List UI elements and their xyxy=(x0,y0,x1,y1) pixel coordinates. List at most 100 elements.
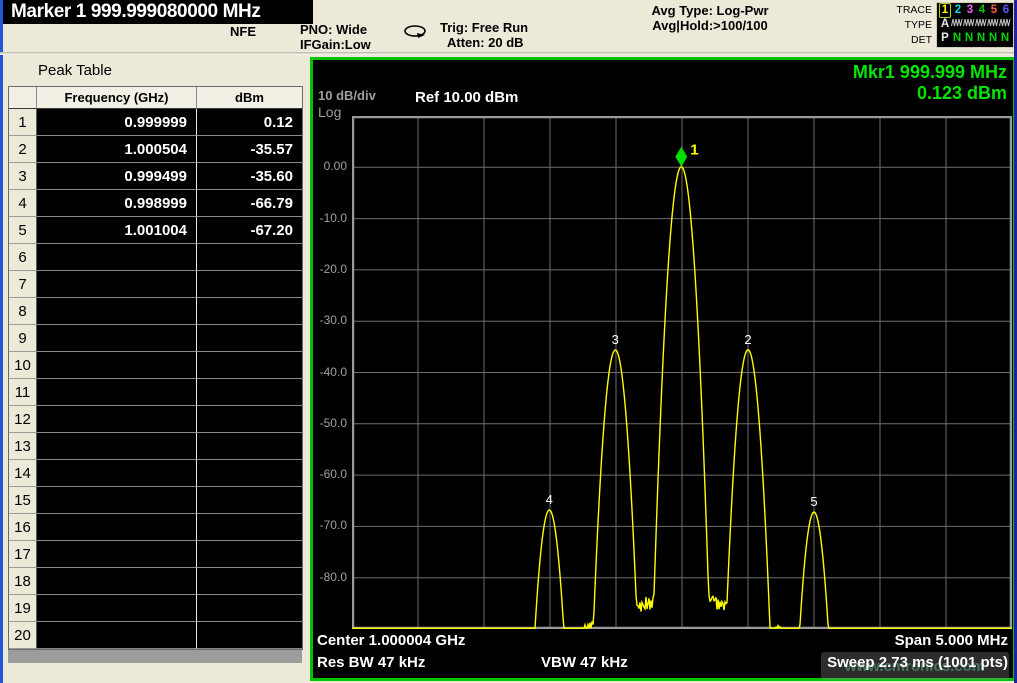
average-annotation[interactable]: Avg Type: Log-Pwr Avg|Hold:>100/100 xyxy=(628,3,792,33)
trace-det-6: N xyxy=(999,32,1011,45)
avg-type-label: Avg Type: Log-Pwr xyxy=(628,3,792,18)
trace-number-5[interactable]: 5 xyxy=(988,4,1000,17)
spectrum-display-panel: Mkr1 999.999 MHz 0.123 dBm 10 dB/div Log… xyxy=(310,57,1016,681)
trace-det-4: N xyxy=(975,32,987,45)
plot-area[interactable]: 23451 xyxy=(352,116,1012,629)
peak-row-number: 19 xyxy=(9,595,37,622)
peak-row-frequency: 1.000504 xyxy=(37,136,197,163)
peak-row-number: 3 xyxy=(9,163,37,190)
sweep-label[interactable]: Sweep 2.73 ms (1001 pts) xyxy=(827,654,1008,671)
peak-row-number: 16 xyxy=(9,514,37,541)
trace-register[interactable]: 123456 A PNNNNN xyxy=(936,2,1014,48)
pno-ifgain-annotation[interactable]: PNO: Wide IFGain:Low xyxy=(300,22,371,52)
trace-number-3[interactable]: 3 xyxy=(964,4,976,17)
peak-row-number: 10 xyxy=(9,352,37,379)
trace-number-4[interactable]: 4 xyxy=(976,4,988,17)
peak-row-dbm xyxy=(197,622,302,649)
scale-per-div-label[interactable]: 10 dB/div xyxy=(318,88,376,103)
trace-row-label: TRACE xyxy=(846,3,932,18)
peak-row-dbm xyxy=(197,433,302,460)
peak-row-frequency xyxy=(37,514,197,541)
active-marker-title: Marker 1 999.999080000 MHz xyxy=(3,0,313,24)
peak-row-number: 14 xyxy=(9,460,37,487)
vbw-label[interactable]: VBW 47 kHz xyxy=(541,654,628,671)
y-axis-tick-label: -50.0 xyxy=(313,416,347,430)
peak-row-dbm xyxy=(197,460,302,487)
center-frequency-label[interactable]: Center 1.000004 GHz xyxy=(317,632,465,649)
peak-row-frequency xyxy=(37,379,197,406)
trace-number-1[interactable]: 1 xyxy=(939,3,951,18)
y-axis-tick-label: -80.0 xyxy=(313,570,347,584)
analyzer-screen: Marker 1 999.999080000 MHz NFE PNO: Wide… xyxy=(0,0,1017,683)
type-row-label: TYPE xyxy=(846,18,932,33)
trace-number-2[interactable]: 2 xyxy=(952,4,964,17)
ifgain-label: IFGain:Low xyxy=(300,37,371,52)
peak-row-frequency xyxy=(37,541,197,568)
peak-row-frequency xyxy=(37,325,197,352)
ref-level-label[interactable]: Ref 10.00 dBm xyxy=(415,89,518,106)
trace-type-3 xyxy=(963,17,975,32)
peak-row-number: 7 xyxy=(9,271,37,298)
peak-row-number: 8 xyxy=(9,298,37,325)
peak-row-frequency xyxy=(37,460,197,487)
marker-1-label: 1 xyxy=(690,142,698,159)
peak-row-dbm xyxy=(197,271,302,298)
peak-row-number: 11 xyxy=(9,379,37,406)
peak-table-header-index xyxy=(9,87,37,109)
rbw-label[interactable]: Res BW 47 kHz xyxy=(317,654,425,671)
peak-row-dbm xyxy=(197,487,302,514)
peak-row-frequency xyxy=(37,406,197,433)
trace-register-labels: TRACE TYPE DET xyxy=(846,3,932,48)
peak-row-number: 17 xyxy=(9,541,37,568)
peak-row-frequency xyxy=(37,298,197,325)
peak-row-dbm xyxy=(197,541,302,568)
peak-row-number: 1 xyxy=(9,109,37,136)
marker-readout-amplitude: 0.123 dBm xyxy=(917,83,1007,104)
y-axis-tick-label: 0.00 xyxy=(313,159,347,173)
peak-row-dbm xyxy=(197,379,302,406)
window-border-left xyxy=(0,0,3,683)
peak-row-number: 5 xyxy=(9,217,37,244)
peak-row-dbm xyxy=(197,298,302,325)
peak-row-number: 12 xyxy=(9,406,37,433)
y-axis-tick-label: -30.0 xyxy=(313,313,347,327)
nfe-annotation[interactable]: NFE xyxy=(230,24,256,39)
peak-label-4: 4 xyxy=(546,492,553,507)
peak-row-frequency xyxy=(37,487,197,514)
peak-label-2: 2 xyxy=(744,332,751,347)
peak-row-frequency: 0.999499 xyxy=(37,163,197,190)
trace-type-waveform-icon xyxy=(987,17,999,28)
trace-number-row: 123456 xyxy=(937,3,1013,17)
avg-hold-label: Avg|Hold:>100/100 xyxy=(628,18,792,33)
trace-det-5: N xyxy=(987,32,999,45)
span-label[interactable]: Span 5.000 MHz xyxy=(895,632,1008,649)
peak-row-number: 18 xyxy=(9,568,37,595)
peak-row-frequency xyxy=(37,568,197,595)
peak-table-grid: Frequency (GHz)dBm10.9999990.1221.000504… xyxy=(8,86,303,650)
peak-row-dbm: -35.60 xyxy=(197,163,302,190)
trigger-atten-annotation[interactable]: Trig: Free Run Atten: 20 dB xyxy=(440,20,528,50)
peak-row-frequency xyxy=(37,622,197,649)
peak-row-number: 13 xyxy=(9,433,37,460)
marker-readout-frequency: Mkr1 999.999 MHz xyxy=(853,62,1007,83)
continuous-sweep-icon[interactable] xyxy=(403,25,429,44)
peak-row-frequency xyxy=(37,352,197,379)
trace-type-row: A xyxy=(937,17,1013,31)
peak-row-number: 4 xyxy=(9,190,37,217)
peak-table-scrollbar[interactable] xyxy=(8,650,302,663)
peak-row-frequency xyxy=(37,244,197,271)
trace-type-1: A xyxy=(939,18,951,31)
peak-row-frequency: 0.998999 xyxy=(37,190,197,217)
trace-det-2: N xyxy=(951,32,963,45)
trace-type-waveform-icon xyxy=(951,17,963,28)
trace-type-2 xyxy=(951,17,963,32)
trace-type-4 xyxy=(975,17,987,32)
peak-row-frequency xyxy=(37,433,197,460)
peak-table-header-frequency: Frequency (GHz) xyxy=(37,87,197,109)
trace-number-6[interactable]: 6 xyxy=(1000,4,1012,17)
y-axis-tick-label: -60.0 xyxy=(313,467,347,481)
det-row-label: DET xyxy=(846,33,932,48)
trace-det-row: PNNNNN xyxy=(937,31,1013,45)
spectrum-plot[interactable]: 23451 xyxy=(352,116,1012,629)
peak-row-dbm: -35.57 xyxy=(197,136,302,163)
